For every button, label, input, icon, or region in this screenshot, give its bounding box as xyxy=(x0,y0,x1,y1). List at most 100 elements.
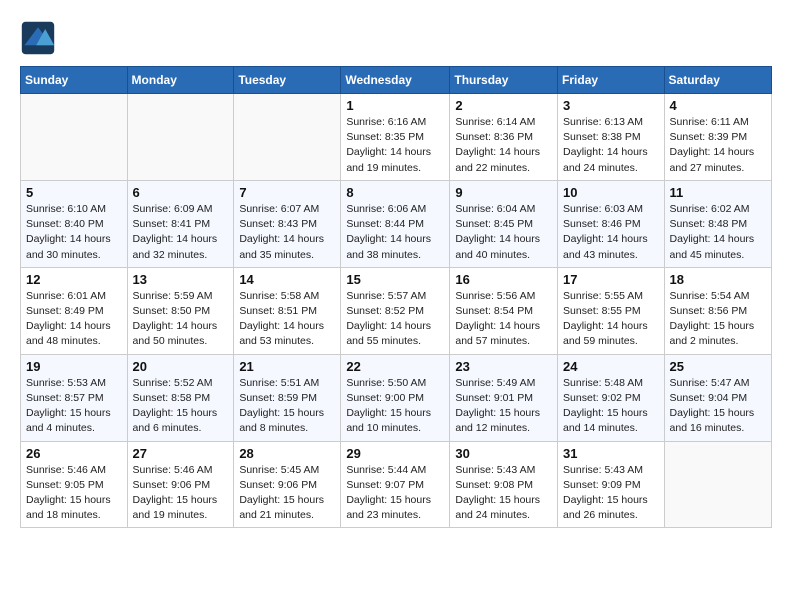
calendar-cell: 27Sunrise: 5:46 AM Sunset: 9:06 PM Dayli… xyxy=(127,441,234,528)
header-day: Monday xyxy=(127,67,234,94)
day-number: 9 xyxy=(455,185,552,200)
day-info: Sunrise: 6:03 AM Sunset: 8:46 PM Dayligh… xyxy=(563,202,659,263)
day-number: 2 xyxy=(455,98,552,113)
calendar-cell xyxy=(664,441,771,528)
calendar-cell: 26 Sunrise: 5:46 AM Sunset: 9:05 PM Dayli… xyxy=(21,441,128,528)
day-info: Sunrise: 5:55 AM Sunset: 8:55 PM Dayligh… xyxy=(563,289,659,350)
calendar-week: 12 Sunrise: 6:01 AM Sunset: 8:49 PM Dayli… xyxy=(21,267,772,354)
header-day: Wednesday xyxy=(341,67,450,94)
calendar-cell xyxy=(127,94,234,181)
day-info: Sunrise: 5:53 AM Sunset: 8:57 PM Dayligh… xyxy=(26,376,122,437)
day-info: Sunrise: 6:14 AM Sunset: 8:36 PM Dayligh… xyxy=(455,115,552,176)
day-number: 6 xyxy=(133,185,229,200)
calendar-cell: 10 Sunrise: 6:03 AM Sunset: 8:46 PM Dayli… xyxy=(558,180,665,267)
day-number: 18 xyxy=(670,272,766,287)
day-info: Sunrise: 5:45 AM Sunset: 9:06 PM Dayligh… xyxy=(239,463,335,524)
header-day: Friday xyxy=(558,67,665,94)
calendar-cell: 13Sunrise: 5:59 AM Sunset: 8:50 PM Dayli… xyxy=(127,267,234,354)
day-number: 8 xyxy=(346,185,444,200)
logo xyxy=(20,20,62,56)
day-info: Sunrise: 6:07 AM Sunset: 8:43 PM Dayligh… xyxy=(239,202,335,263)
day-number: 14 xyxy=(239,272,335,287)
calendar-cell: 31 Sunrise: 5:43 AM Sunset: 9:09 PM Dayli… xyxy=(558,441,665,528)
calendar-cell: 12 Sunrise: 6:01 AM Sunset: 8:49 PM Dayli… xyxy=(21,267,128,354)
calendar-cell: 30 Sunrise: 5:43 AM Sunset: 9:08 PM Dayli… xyxy=(450,441,558,528)
day-number: 17 xyxy=(563,272,659,287)
day-info: Sunrise: 5:50 AM Sunset: 9:00 PM Dayligh… xyxy=(346,376,444,437)
day-number: 5 xyxy=(26,185,122,200)
day-number: 20 xyxy=(133,359,229,374)
day-number: 25 xyxy=(670,359,766,374)
calendar-cell: 1 Sunrise: 6:16 AM Sunset: 8:35 PM Daylig… xyxy=(341,94,450,181)
day-number: 26 xyxy=(26,446,122,461)
calendar-cell: 21 Sunrise: 5:51 AM Sunset: 8:59 PM Dayli… xyxy=(234,354,341,441)
calendar-cell: 20 Sunrise: 5:52 AM Sunset: 8:58 PM Dayli… xyxy=(127,354,234,441)
day-info: Sunrise: 5:51 AM Sunset: 8:59 PM Dayligh… xyxy=(239,376,335,437)
calendar-cell: 17 Sunrise: 5:55 AM Sunset: 8:55 PM Dayli… xyxy=(558,267,665,354)
day-info: Sunrise: 6:02 AM Sunset: 8:48 PM Dayligh… xyxy=(670,202,766,263)
page-header xyxy=(20,20,772,56)
calendar-cell xyxy=(234,94,341,181)
header-day: Thursday xyxy=(450,67,558,94)
day-info: Sunrise: 5:57 AM Sunset: 8:52 PM Dayligh… xyxy=(346,289,444,350)
day-info: Sunrise: 5:43 AM Sunset: 9:08 PM Dayligh… xyxy=(455,463,552,524)
day-number: 23 xyxy=(455,359,552,374)
calendar-cell: 18 Sunrise: 5:54 AM Sunset: 8:56 PM Dayli… xyxy=(664,267,771,354)
calendar-week: 5 Sunrise: 6:10 AM Sunset: 8:40 PM Daylig… xyxy=(21,180,772,267)
calendar-cell: 14 Sunrise: 5:58 AM Sunset: 8:51 PM Dayli… xyxy=(234,267,341,354)
day-number: 29 xyxy=(346,446,444,461)
calendar-week: 1 Sunrise: 6:16 AM Sunset: 8:35 PM Daylig… xyxy=(21,94,772,181)
calendar-cell: 22Sunrise: 5:50 AM Sunset: 9:00 PM Dayli… xyxy=(341,354,450,441)
day-number: 1 xyxy=(346,98,444,113)
calendar-cell: 11Sunrise: 6:02 AM Sunset: 8:48 PM Dayli… xyxy=(664,180,771,267)
day-info: Sunrise: 5:46 AM Sunset: 9:05 PM Dayligh… xyxy=(26,463,122,524)
calendar-cell: 4 Sunrise: 6:11 AM Sunset: 8:39 PM Daylig… xyxy=(664,94,771,181)
day-info: Sunrise: 5:58 AM Sunset: 8:51 PM Dayligh… xyxy=(239,289,335,350)
day-info: Sunrise: 5:54 AM Sunset: 8:56 PM Dayligh… xyxy=(670,289,766,350)
day-info: Sunrise: 5:48 AM Sunset: 9:02 PM Dayligh… xyxy=(563,376,659,437)
calendar-body: 1 Sunrise: 6:16 AM Sunset: 8:35 PM Daylig… xyxy=(21,94,772,528)
calendar-cell: 15Sunrise: 5:57 AM Sunset: 8:52 PM Dayli… xyxy=(341,267,450,354)
day-info: Sunrise: 5:47 AM Sunset: 9:04 PM Dayligh… xyxy=(670,376,766,437)
day-number: 12 xyxy=(26,272,122,287)
day-info: Sunrise: 6:04 AM Sunset: 8:45 PM Dayligh… xyxy=(455,202,552,263)
calendar-cell: 29 Sunrise: 5:44 AM Sunset: 9:07 PM Dayli… xyxy=(341,441,450,528)
day-info: Sunrise: 6:01 AM Sunset: 8:49 PM Dayligh… xyxy=(26,289,122,350)
day-number: 16 xyxy=(455,272,552,287)
day-info: Sunrise: 5:52 AM Sunset: 8:58 PM Dayligh… xyxy=(133,376,229,437)
day-info: Sunrise: 6:09 AM Sunset: 8:41 PM Dayligh… xyxy=(133,202,229,263)
day-number: 24 xyxy=(563,359,659,374)
calendar-week: 19 Sunrise: 5:53 AM Sunset: 8:57 PM Dayli… xyxy=(21,354,772,441)
day-number: 30 xyxy=(455,446,552,461)
day-number: 19 xyxy=(26,359,122,374)
calendar-header: SundayMondayTuesdayWednesdayThursdayFrid… xyxy=(21,67,772,94)
day-number: 7 xyxy=(239,185,335,200)
header-day: Tuesday xyxy=(234,67,341,94)
day-info: Sunrise: 5:44 AM Sunset: 9:07 PM Dayligh… xyxy=(346,463,444,524)
calendar-cell: 25 Sunrise: 5:47 AM Sunset: 9:04 PM Dayli… xyxy=(664,354,771,441)
calendar-cell xyxy=(21,94,128,181)
day-info: Sunrise: 5:59 AM Sunset: 8:50 PM Dayligh… xyxy=(133,289,229,350)
calendar-cell: 5 Sunrise: 6:10 AM Sunset: 8:40 PM Daylig… xyxy=(21,180,128,267)
calendar-cell: 3 Sunrise: 6:13 AM Sunset: 8:38 PM Daylig… xyxy=(558,94,665,181)
day-info: Sunrise: 5:46 AM Sunset: 9:06 PM Dayligh… xyxy=(133,463,229,524)
calendar-cell: 2 Sunrise: 6:14 AM Sunset: 8:36 PM Daylig… xyxy=(450,94,558,181)
day-info: Sunrise: 6:06 AM Sunset: 8:44 PM Dayligh… xyxy=(346,202,444,263)
day-number: 28 xyxy=(239,446,335,461)
calendar-cell: 16 Sunrise: 5:56 AM Sunset: 8:54 PM Dayli… xyxy=(450,267,558,354)
day-info: Sunrise: 6:10 AM Sunset: 8:40 PM Dayligh… xyxy=(26,202,122,263)
day-info: Sunrise: 5:43 AM Sunset: 9:09 PM Dayligh… xyxy=(563,463,659,524)
day-info: Sunrise: 5:49 AM Sunset: 9:01 PM Dayligh… xyxy=(455,376,552,437)
day-number: 10 xyxy=(563,185,659,200)
day-info: Sunrise: 5:56 AM Sunset: 8:54 PM Dayligh… xyxy=(455,289,552,350)
day-info: Sunrise: 6:13 AM Sunset: 8:38 PM Dayligh… xyxy=(563,115,659,176)
day-number: 3 xyxy=(563,98,659,113)
day-info: Sunrise: 6:16 AM Sunset: 8:35 PM Dayligh… xyxy=(346,115,444,176)
day-info: Sunrise: 6:11 AM Sunset: 8:39 PM Dayligh… xyxy=(670,115,766,176)
day-number: 31 xyxy=(563,446,659,461)
day-number: 4 xyxy=(670,98,766,113)
day-number: 21 xyxy=(239,359,335,374)
calendar-cell: 28 Sunrise: 5:45 AM Sunset: 9:06 PM Dayli… xyxy=(234,441,341,528)
calendar-cell: 6 Sunrise: 6:09 AM Sunset: 8:41 PM Daylig… xyxy=(127,180,234,267)
calendar-cell: 24 Sunrise: 5:48 AM Sunset: 9:02 PM Dayli… xyxy=(558,354,665,441)
